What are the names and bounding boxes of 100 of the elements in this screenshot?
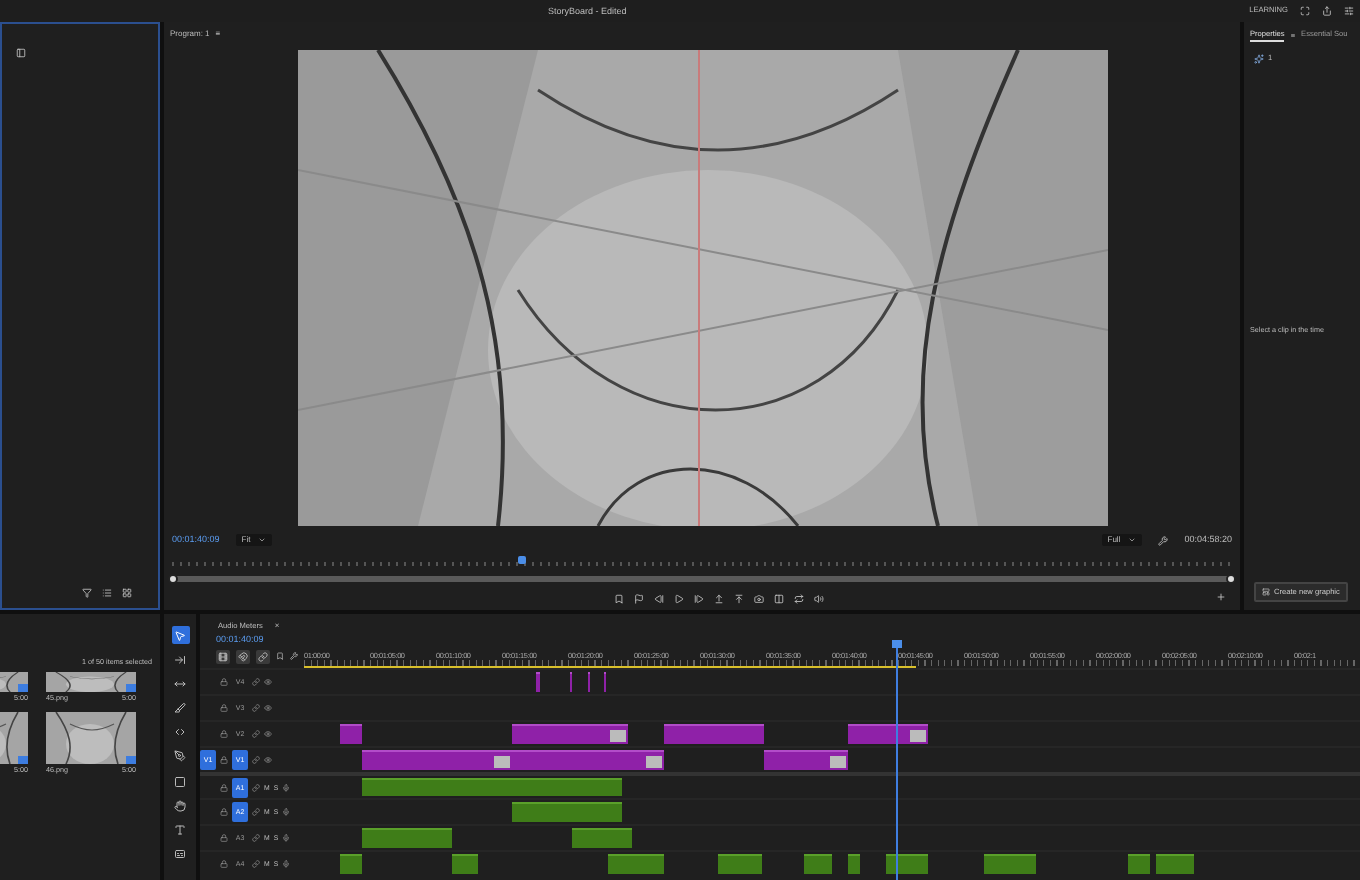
add-icon[interactable] <box>1216 592 1226 602</box>
sync-lock-icon[interactable] <box>252 860 260 869</box>
sync-lock-icon[interactable] <box>252 756 260 765</box>
step-back-icon[interactable] <box>653 594 663 604</box>
lock-icon[interactable] <box>220 756 228 765</box>
sync-lock-icon[interactable] <box>252 783 260 792</box>
eye-icon[interactable] <box>264 704 272 713</box>
razor-button[interactable] <box>171 699 189 718</box>
sync-lock-icon[interactable] <box>252 678 260 687</box>
extract-icon[interactable] <box>733 594 743 604</box>
sync-lock-icon[interactable] <box>252 704 260 713</box>
video-clip[interactable] <box>362 750 512 771</box>
clip-badge <box>18 755 28 764</box>
audio-clip[interactable] <box>1156 854 1194 875</box>
sync-lock-icon[interactable] <box>252 834 260 843</box>
clip-thumbnail <box>646 756 662 769</box>
audio-clip[interactable] <box>452 854 478 875</box>
audio-clip[interactable] <box>608 854 664 875</box>
camera-icon[interactable] <box>753 594 763 604</box>
rectangle-icon <box>174 775 186 788</box>
marker-icon[interactable] <box>613 594 623 604</box>
audio-clip[interactable] <box>886 854 928 875</box>
magnet-icon <box>238 651 248 662</box>
audio-clip[interactable] <box>848 854 860 875</box>
captions-button[interactable] <box>171 845 189 864</box>
audio-clip[interactable] <box>362 828 452 849</box>
mic-icon[interactable] <box>282 834 291 843</box>
clip-badge <box>126 684 136 693</box>
lock-icon[interactable] <box>220 834 228 843</box>
step-forward-icon[interactable] <box>693 594 703 604</box>
video-clip[interactable] <box>664 724 764 745</box>
clip-thumbnail <box>610 730 626 743</box>
lock-icon[interactable] <box>220 783 228 792</box>
rectangle-button[interactable] <box>171 772 189 791</box>
track-select-button[interactable] <box>171 650 189 669</box>
eye-icon[interactable] <box>264 730 272 739</box>
flag-icon[interactable] <box>633 594 643 604</box>
speaker-icon[interactable] <box>813 594 823 604</box>
clip-thumbnail <box>830 756 846 769</box>
loop-icon[interactable] <box>793 594 803 604</box>
graphic-icon <box>1262 588 1270 596</box>
audio-clip[interactable] <box>1128 854 1150 875</box>
link-icon <box>258 651 268 662</box>
video-clip[interactable] <box>764 750 848 771</box>
video-clip[interactable] <box>848 724 928 745</box>
audio-clip[interactable] <box>362 778 622 797</box>
lock-icon[interactable] <box>220 808 228 817</box>
lock-icon[interactable] <box>220 704 228 713</box>
clip-thumbnail <box>494 756 510 769</box>
lift-icon[interactable] <box>713 594 723 604</box>
fullscreen-icon[interactable] <box>1300 6 1310 16</box>
mic-icon[interactable] <box>282 783 291 792</box>
list-view-icon[interactable] <box>102 588 112 598</box>
wrench-icon[interactable] <box>290 652 298 661</box>
panel-icon[interactable] <box>16 48 26 58</box>
audio-clip[interactable] <box>512 802 622 823</box>
mic-icon[interactable] <box>282 808 291 817</box>
lock-icon[interactable] <box>220 860 228 869</box>
compare-icon[interactable] <box>773 594 783 604</box>
type-button[interactable] <box>171 821 189 839</box>
filter-icon[interactable] <box>82 588 92 598</box>
type-icon <box>174 824 186 836</box>
video-clip[interactable] <box>512 724 628 745</box>
audio-clip[interactable] <box>804 854 832 875</box>
film-icon <box>218 651 228 662</box>
eye-icon[interactable] <box>264 756 272 765</box>
video-clip[interactable] <box>340 724 362 745</box>
sync-lock-icon[interactable] <box>252 808 260 817</box>
eye-icon[interactable] <box>264 678 272 687</box>
settings-icon[interactable] <box>1344 6 1354 16</box>
grid-view-icon[interactable] <box>122 588 132 598</box>
lock-icon[interactable] <box>220 730 228 739</box>
playhead-handle[interactable] <box>892 640 902 649</box>
selection-tool-button[interactable] <box>171 626 189 644</box>
lock-icon[interactable] <box>220 678 228 687</box>
hand-button[interactable] <box>171 796 189 815</box>
play-icon[interactable] <box>673 594 683 604</box>
audio-clip[interactable] <box>572 828 632 849</box>
linked-button[interactable] <box>256 649 270 664</box>
sync-lock-icon[interactable] <box>252 730 260 739</box>
mic-icon[interactable] <box>282 860 291 869</box>
snap-button[interactable] <box>236 649 250 664</box>
sparkle-icon <box>1254 54 1264 64</box>
hand-icon <box>174 799 186 812</box>
video-clip[interactable] <box>512 750 664 771</box>
marker-icon[interactable] <box>276 652 284 661</box>
audio-clip[interactable] <box>984 854 1036 875</box>
audio-clip[interactable] <box>718 854 762 875</box>
share-icon[interactable] <box>1322 6 1332 16</box>
razor-icon <box>174 702 186 715</box>
wrench-icon[interactable] <box>1158 535 1169 545</box>
pen-button[interactable] <box>171 747 189 766</box>
track-select-icon <box>174 653 186 666</box>
pen-icon <box>174 750 186 763</box>
playhead-marker[interactable] <box>517 556 526 564</box>
clip-badge <box>126 755 136 764</box>
audio-clip[interactable] <box>340 854 362 875</box>
scroll-bar[interactable] <box>172 576 1232 582</box>
ripple-edit-icon <box>174 677 186 690</box>
nest-button[interactable] <box>216 649 230 664</box>
